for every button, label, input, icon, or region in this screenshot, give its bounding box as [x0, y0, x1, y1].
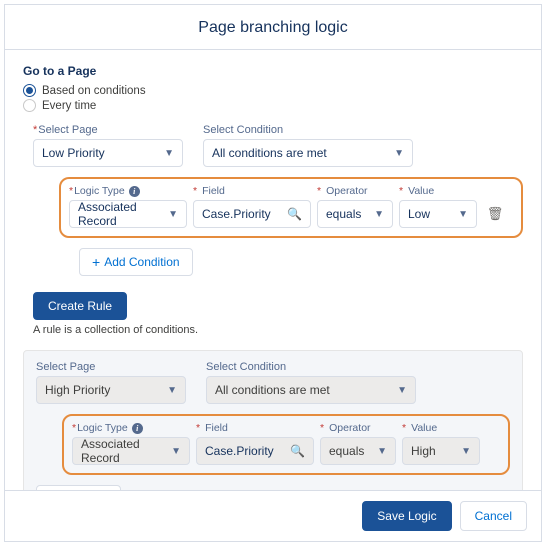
select-page-dropdown[interactable]: Low Priority ▼ [33, 139, 183, 167]
rule1-selectors: Select Page Low Priority ▼ Select Condit… [33, 124, 523, 167]
cancel-button[interactable]: Cancel [460, 501, 527, 531]
chevron-down-icon: ▼ [394, 148, 404, 159]
value-dropdown[interactable]: Low ▼ [399, 200, 477, 228]
select-condition-dropdown[interactable]: All conditions are met ▼ [206, 376, 416, 404]
label-select-page: Select Page [36, 361, 186, 373]
radio-icon-unchecked [23, 99, 36, 112]
select-condition-dropdown[interactable]: All conditions are met ▼ [203, 139, 413, 167]
plus-icon: + [92, 254, 100, 270]
radio-option-every[interactable]: Every time [23, 99, 523, 112]
operator-dropdown[interactable]: equals ▼ [317, 200, 393, 228]
select-page-value: High Priority [45, 383, 110, 397]
label-value: Value [399, 185, 477, 197]
rule-block-2: Select Page High Priority ▼ Select Condi… [23, 350, 523, 490]
logic-type-dropdown[interactable]: Associated Record ▼ [72, 437, 190, 465]
logic-type-value: Associated Record [81, 437, 171, 465]
radio-group-mode: Based on conditions Every time [23, 84, 523, 112]
label-value: Value [402, 422, 480, 434]
radio-label: Based on conditions [42, 85, 146, 97]
select-condition-value: All conditions are met [215, 383, 330, 397]
chevron-down-icon: ▼ [164, 148, 174, 159]
logic-type-dropdown[interactable]: Associated Record ▼ [69, 200, 187, 228]
chevron-down-icon: ▼ [458, 209, 468, 220]
value-value: High [411, 444, 436, 458]
cancel-label: Cancel [475, 509, 512, 523]
field-value: Case.Priority [205, 444, 274, 458]
delete-condition-icon[interactable]: 🗑 [483, 200, 507, 228]
add-condition-label: Add Condition [104, 255, 179, 269]
chevron-down-icon: ▼ [397, 385, 407, 396]
section-label-goto: Go to a Page [23, 64, 523, 78]
modal-footer: Save Logic Cancel [5, 490, 541, 541]
select-page-value: Low Priority [42, 146, 105, 160]
info-icon[interactable]: i [129, 186, 140, 197]
value-dropdown[interactable]: High ▼ [402, 437, 480, 465]
condition-box-2: Logic Typei Associated Record ▼ Field Ca… [62, 414, 510, 475]
label-logic-type: Logic Typei [69, 185, 187, 197]
select-condition-value: All conditions are met [212, 146, 327, 160]
chevron-down-icon: ▼ [171, 446, 181, 457]
operator-value: equals [326, 207, 361, 221]
radio-icon-checked [23, 84, 36, 97]
logic-type-value: Associated Record [78, 200, 168, 228]
rule2-selectors: Select Page High Priority ▼ Select Condi… [36, 361, 510, 404]
select-page-dropdown[interactable]: High Priority ▼ [36, 376, 186, 404]
operator-value: equals [329, 444, 364, 458]
field-lookup-input[interactable]: Case.Priority 🔍 [193, 200, 311, 228]
label-select-page: Select Page [33, 124, 183, 136]
search-icon: 🔍 [287, 207, 302, 221]
create-rule-button[interactable]: Create Rule [33, 292, 127, 320]
page-title: Page branching logic [5, 19, 541, 37]
label-field: Field [193, 185, 311, 197]
label-operator: Operator [317, 185, 393, 197]
label-logic-type: Logic Typei [72, 422, 190, 434]
label-operator: Operator [320, 422, 396, 434]
save-logic-button[interactable]: Save Logic [362, 501, 451, 531]
chevron-down-icon: ▼ [167, 385, 177, 396]
save-label: Save Logic [377, 509, 436, 523]
chevron-down-icon: ▼ [168, 209, 178, 220]
field-value: Case.Priority [202, 207, 271, 221]
label-select-condition: Select Condition [203, 124, 413, 136]
info-icon[interactable]: i [132, 423, 143, 434]
field-lookup-input[interactable]: Case.Priority 🔍 [196, 437, 314, 465]
modal-header: Page branching logic [5, 5, 541, 50]
radio-label: Every time [42, 100, 96, 112]
chevron-down-icon: ▼ [374, 209, 384, 220]
radio-option-based[interactable]: Based on conditions [23, 84, 523, 97]
chevron-down-icon: ▼ [461, 446, 471, 457]
label-select-condition: Select Condition [206, 361, 416, 373]
add-condition-button[interactable]: + Add Condition [79, 248, 193, 276]
chevron-down-icon: ▼ [377, 446, 387, 457]
modal-body: Go to a Page Based on conditions Every t… [5, 50, 541, 490]
value-value: Low [408, 207, 430, 221]
label-field: Field [196, 422, 314, 434]
modal-dialog: Page branching logic Go to a Page Based … [4, 4, 542, 542]
create-rule-label: Create Rule [48, 299, 112, 313]
rule-caption: A rule is a collection of conditions. [33, 324, 523, 336]
operator-dropdown[interactable]: equals ▼ [320, 437, 396, 465]
condition-box-1: Logic Typei Associated Record ▼ Field Ca… [59, 177, 523, 238]
search-icon: 🔍 [290, 444, 305, 458]
